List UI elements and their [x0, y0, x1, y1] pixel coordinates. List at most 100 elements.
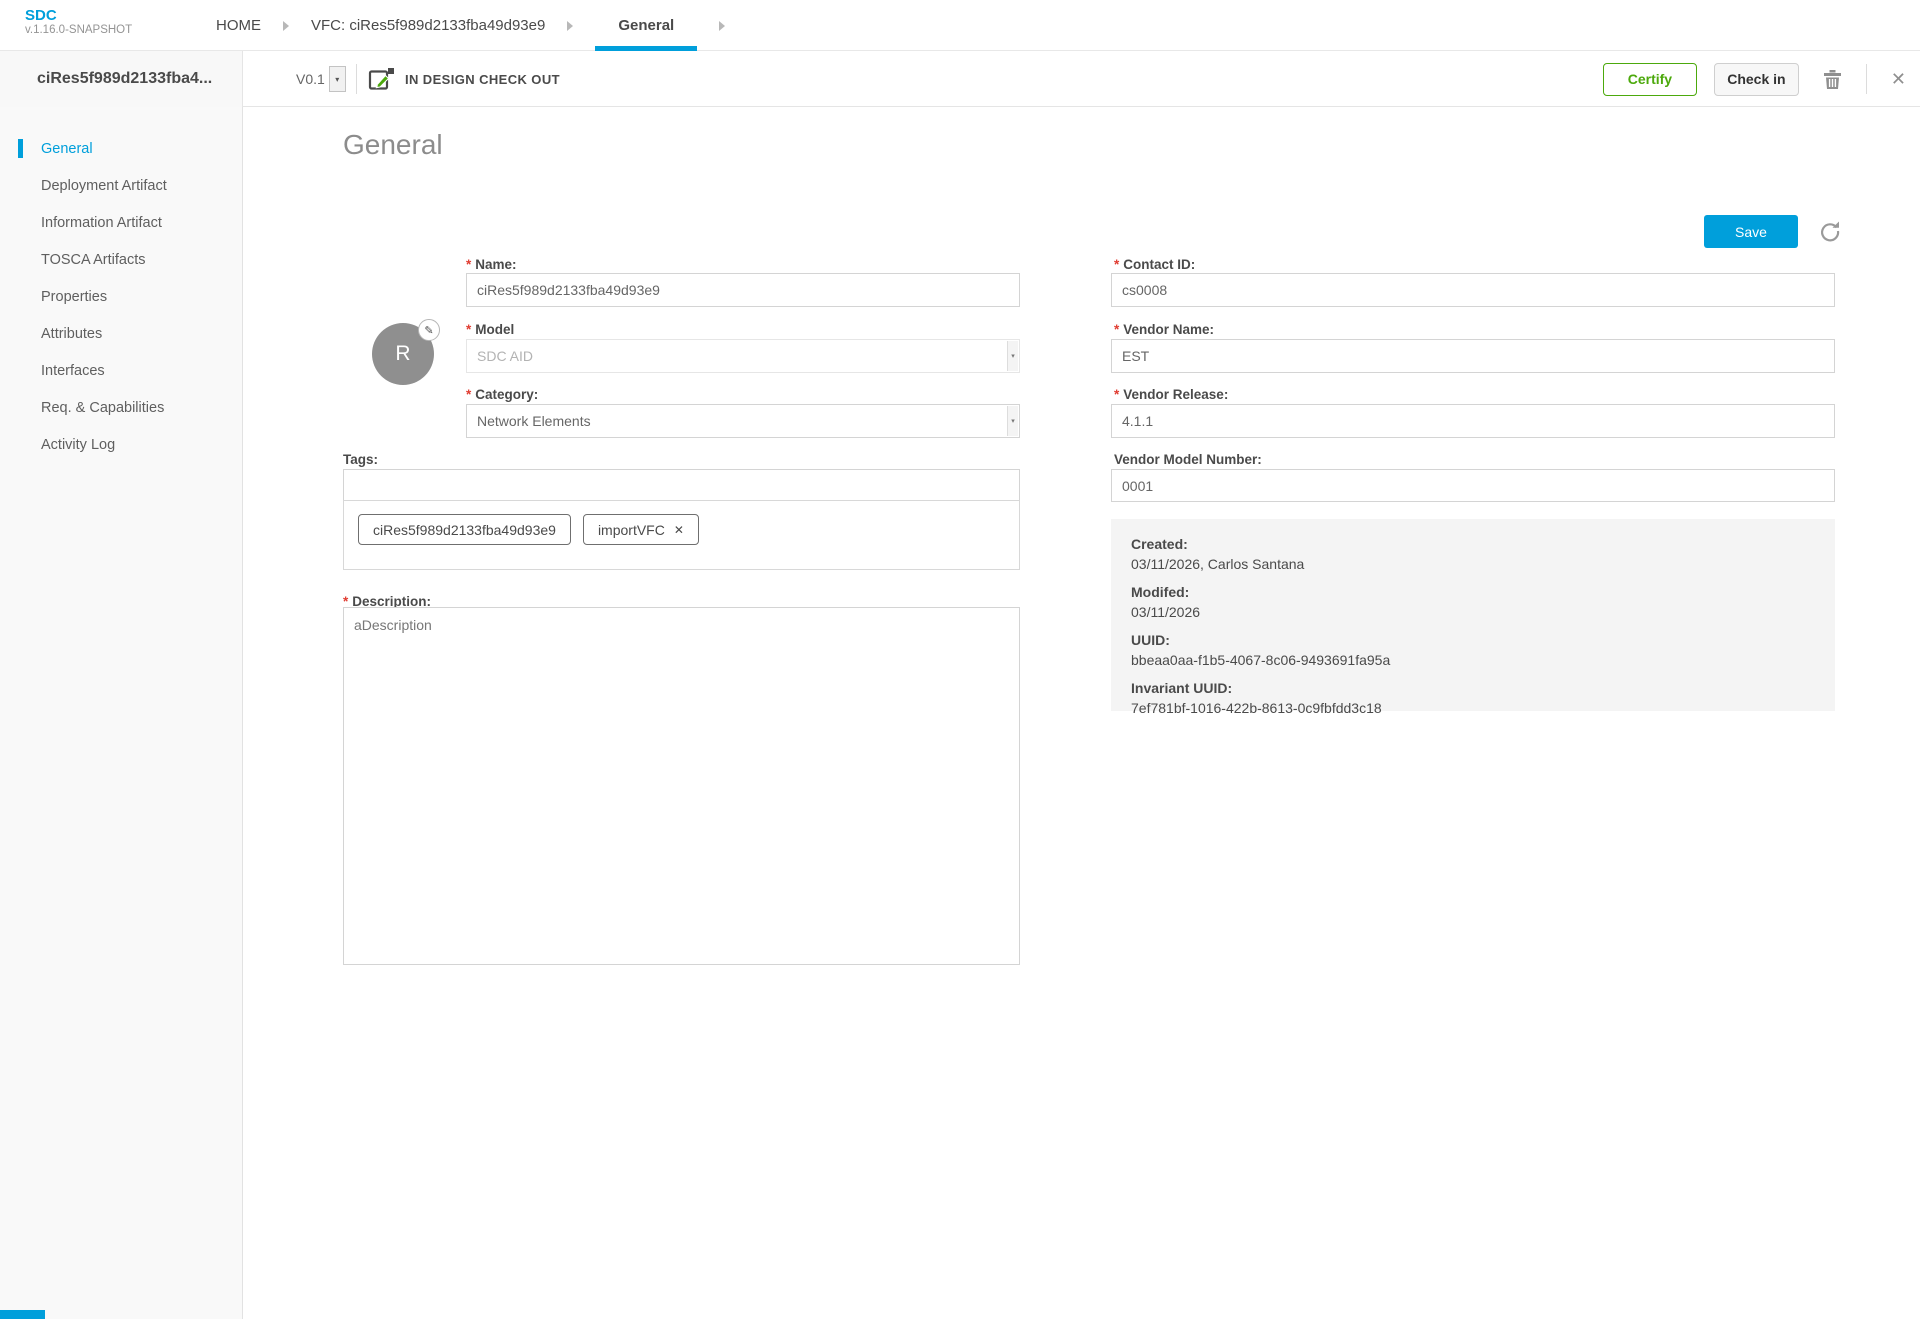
avatar: R ✎ — [372, 323, 434, 385]
top-nav: SDC v.1.16.0-SNAPSHOT HOME VFC: ciRes5f9… — [0, 0, 1920, 51]
checkout-status-icon — [368, 67, 395, 92]
select-spinner[interactable]: ▾ — [1007, 341, 1018, 371]
required-mark: * — [1114, 257, 1119, 272]
sidebar-item-label: Req. & Capabilities — [41, 400, 164, 416]
app-version: v.1.16.0-SNAPSHOT — [25, 24, 132, 37]
meta-label: Invariant UUID: — [1131, 678, 1835, 698]
sidebar-item-general[interactable]: General — [0, 130, 242, 167]
name-label: *Name: — [466, 257, 517, 272]
app-logo-text[interactable]: SDC — [25, 7, 132, 24]
caret-down-icon: ▾ — [1011, 417, 1015, 425]
breadcrumb-caret-icon — [719, 21, 725, 31]
general-section: General Save R ✎ *Name: *Model SDC AID — [243, 107, 1920, 1319]
meta-modified: Modifed: 03/11/2026 — [1131, 582, 1835, 622]
model-select[interactable]: SDC AID ▾ — [466, 339, 1020, 373]
close-icon: ✕ — [1891, 69, 1906, 89]
entity-toolbar: ciRes5f989d2133fba4... V0.1 ▾ IN DESIGN … — [0, 51, 1920, 107]
avatar-letter: R — [395, 342, 410, 366]
certify-button[interactable]: Certify — [1603, 63, 1697, 96]
tag-remove-button[interactable]: ✕ — [674, 523, 684, 537]
checkin-button[interactable]: Check in — [1714, 63, 1799, 96]
toolbar-actions: Certify Check in ✕ — [1603, 51, 1920, 107]
meta-value: 7ef781bf-1016-422b-8613-0c9fbfdd3c18 — [1131, 698, 1835, 718]
breadcrumb-current-general[interactable]: General — [595, 0, 697, 51]
vendor-name-input[interactable] — [1111, 339, 1835, 373]
caret-down-icon: ▾ — [335, 75, 339, 84]
page-title: General — [343, 129, 443, 161]
sidebar-item-label: Deployment Artifact — [41, 178, 167, 194]
tag-chip-label: ciRes5f989d2133fba49d93e9 — [373, 522, 556, 538]
sidebar-item-label: Information Artifact — [41, 215, 162, 231]
tag-chip: ciRes5f989d2133fba49d93e9 — [358, 514, 571, 545]
sidebar-item-information-artifact[interactable]: Information Artifact — [0, 204, 242, 241]
name-input[interactable] — [466, 273, 1020, 307]
sidebar-item-attributes[interactable]: Attributes — [0, 315, 242, 352]
category-select-value: Network Elements — [477, 413, 591, 429]
active-indicator — [18, 139, 23, 158]
sidebar-item-tosca-artifacts[interactable]: TOSCA Artifacts — [0, 241, 242, 278]
entity-title: ciRes5f989d2133fba4... — [37, 70, 212, 88]
meta-value: 03/11/2026 — [1131, 602, 1835, 622]
delete-button[interactable] — [1823, 68, 1842, 90]
model-label: *Model — [466, 322, 514, 337]
meta-value: bbeaa0aa-f1b5-4067-8c06-9493691fa95a — [1131, 650, 1835, 670]
sidebar-item-deployment-artifact[interactable]: Deployment Artifact — [0, 167, 242, 204]
tag-chip-label: importVFC — [598, 522, 665, 538]
version-dropdown-button[interactable]: ▾ — [329, 66, 346, 92]
revert-button[interactable] — [1818, 219, 1842, 248]
meta-invariant-uuid: Invariant UUID: 7ef781bf-1016-422b-8613-… — [1131, 678, 1835, 718]
sidebar-nav: General Deployment Artifact Information … — [0, 107, 243, 1319]
meta-value: 03/11/2026, Carlos Santana — [1131, 554, 1835, 574]
redo-icon — [1818, 219, 1842, 243]
breadcrumb-caret-icon — [567, 21, 573, 31]
sidebar-item-label: Attributes — [41, 326, 102, 342]
close-icon: ✕ — [674, 523, 684, 537]
app-logo[interactable]: SDC v.1.16.0-SNAPSHOT — [25, 7, 132, 37]
pencil-icon: ✎ — [424, 324, 433, 337]
meta-label: Modifed: — [1131, 582, 1835, 602]
category-select[interactable]: Network Elements ▾ — [466, 404, 1020, 438]
sidebar-item-activity-log[interactable]: Activity Log — [0, 426, 242, 463]
contact-id-label: *Contact ID: — [1114, 257, 1195, 272]
tags-label: Tags: — [343, 452, 378, 467]
contact-id-input[interactable] — [1111, 273, 1835, 307]
vendor-model-number-label: Vendor Model Number: — [1114, 452, 1262, 467]
sidebar-item-label: Interfaces — [41, 363, 105, 379]
sidebar-item-label: General — [41, 141, 93, 157]
required-mark: * — [466, 322, 471, 337]
required-mark: * — [1114, 322, 1119, 337]
vendor-release-input[interactable] — [1111, 404, 1835, 438]
required-mark: * — [1114, 387, 1119, 402]
lifecycle-status-text: IN DESIGN CHECK OUT — [405, 72, 560, 87]
description-textarea[interactable]: aDescription — [343, 607, 1020, 965]
breadcrumb-home[interactable]: HOME — [216, 17, 261, 34]
breadcrumb-vfc[interactable]: VFC: ciRes5f989d2133fba49d93e9 — [311, 17, 545, 34]
tag-chip: importVFC ✕ — [583, 514, 699, 545]
sidebar-item-label: Activity Log — [41, 437, 115, 453]
required-mark: * — [466, 387, 471, 402]
save-button[interactable]: Save — [1704, 215, 1798, 248]
breadcrumb: HOME VFC: ciRes5f989d2133fba49d93e9 Gene… — [216, 0, 747, 51]
meta-uuid: UUID: bbeaa0aa-f1b5-4067-8c06-9493691fa9… — [1131, 630, 1835, 670]
metadata-box: Created: 03/11/2026, Carlos Santana Modi… — [1111, 519, 1835, 711]
sidebar-item-label: TOSCA Artifacts — [41, 252, 146, 268]
required-mark: * — [466, 257, 471, 272]
close-button[interactable]: ✕ — [1891, 69, 1906, 90]
vendor-release-label: *Vendor Release: — [1114, 387, 1228, 402]
sidebar-item-interfaces[interactable]: Interfaces — [0, 352, 242, 389]
caret-down-icon: ▾ — [1011, 352, 1015, 360]
tags-chips-container: ciRes5f989d2133fba49d93e9 importVFC ✕ — [343, 500, 1020, 570]
lifecycle-status: IN DESIGN CHECK OUT — [368, 51, 560, 107]
vendor-name-label: *Vendor Name: — [1114, 322, 1214, 337]
entity-title-panel: ciRes5f989d2133fba4... — [0, 51, 243, 107]
version-selector[interactable]: V0.1 ▾ — [296, 51, 346, 107]
select-spinner[interactable]: ▾ — [1007, 406, 1018, 436]
meta-label: Created: — [1131, 534, 1835, 554]
vendor-model-number-input[interactable] — [1111, 469, 1835, 502]
tags-input[interactable] — [343, 469, 1020, 501]
avatar-edit-button[interactable]: ✎ — [418, 319, 440, 341]
version-label: V0.1 — [296, 71, 325, 87]
sidebar-item-req-capabilities[interactable]: Req. & Capabilities — [0, 389, 242, 426]
sidebar-item-properties[interactable]: Properties — [0, 278, 242, 315]
toolbar-divider — [356, 64, 357, 94]
